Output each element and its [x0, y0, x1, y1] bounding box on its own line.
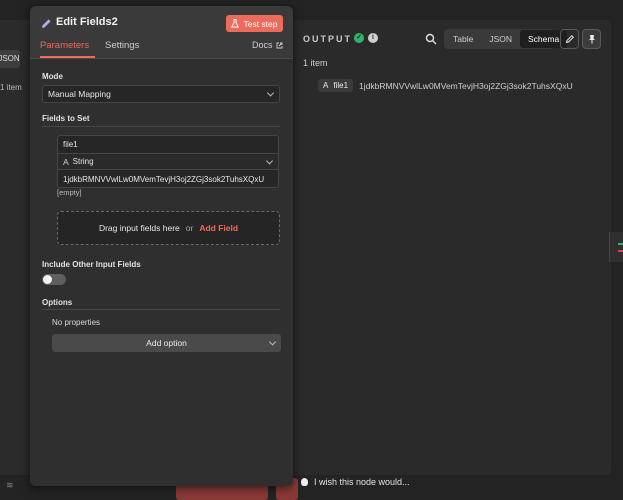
mode-select[interactable]: Manual Mapping [42, 85, 280, 103]
node-settings-panel: Edit Fields2 Test step Parameters Settin… [30, 6, 293, 486]
schema-key: file1 [333, 81, 349, 90]
drop-zone-text: Drag input fields here [98, 223, 180, 233]
section-divider [42, 309, 280, 310]
string-type-icon: A [63, 156, 69, 167]
parameters-body: Mode Manual Mapping Fields to Set file1 … [30, 59, 293, 486]
chevron-down-icon [268, 338, 277, 346]
view-tab-table[interactable]: Table [445, 30, 481, 48]
docs-link[interactable]: Docs [252, 40, 283, 50]
output-title: OUTPUT [303, 34, 352, 44]
tab-parameters[interactable]: Parameters [40, 40, 89, 51]
output-item-count: 1 item [303, 58, 328, 68]
pencil-icon [565, 34, 574, 44]
field-value-input[interactable]: 1jdkbRMNVVwlLw0MVemTevjH3oj2ZGj3sok2Tuhs… [58, 170, 278, 188]
pin-output-button[interactable] [582, 29, 601, 49]
feedback-link[interactable]: I wish this node would... [301, 477, 410, 487]
field-name-input[interactable]: file1 [58, 136, 278, 153]
no-properties-text: No properties [52, 318, 101, 327]
canvas-edge-handle[interactable] [609, 232, 623, 262]
drop-zone-or: or [185, 223, 194, 233]
feedback-text: I wish this node would... [314, 477, 410, 487]
pencil-icon [42, 19, 51, 28]
input-item-count: 1 item [0, 83, 22, 92]
view-tab-json[interactable]: JSON [481, 30, 520, 48]
add-field-link[interactable]: Add Field [199, 223, 238, 233]
schema-value: 1jdkbRMNVVwlLw0MVemTevjH3oj2ZGj3sok2Tuhs… [359, 80, 573, 91]
success-check-icon: ✓ [354, 33, 364, 43]
field-drop-zone[interactable]: Drag input fields here or Add Field [57, 211, 280, 245]
node-title[interactable]: Edit Fields2 [56, 16, 118, 28]
search-icon[interactable] [425, 33, 437, 45]
error-connector-line [618, 250, 623, 252]
info-icon[interactable]: i [368, 33, 378, 43]
chevron-down-icon [265, 156, 274, 165]
schema-row: A file1 1jdkbRMNVVwlLw0MVemTevjH3oj2ZGj3… [318, 79, 573, 92]
input-json-tab[interactable]: JSON [0, 50, 20, 68]
field-assignment: file1 A String 1jdkbRMNVVwlLw0MVemTevjH3… [57, 135, 279, 188]
field-type-value: String [72, 157, 94, 166]
string-type-icon: A [323, 81, 329, 90]
docs-label: Docs [252, 40, 273, 50]
fields-to-set-label: Fields to Set [42, 114, 90, 123]
include-other-fields-toggle[interactable] [42, 274, 66, 285]
add-option-button[interactable]: Add option [52, 334, 281, 352]
flask-icon [231, 19, 240, 28]
test-step-button[interactable]: Test step [226, 15, 283, 32]
chevron-down-icon [266, 89, 275, 97]
options-label: Options [42, 298, 73, 307]
add-option-label: Add option [146, 338, 187, 348]
mode-label: Mode [42, 72, 63, 81]
signal-icon: ≋ [6, 480, 14, 490]
pin-icon [588, 35, 595, 44]
field-empty-hint: [empty] [57, 188, 82, 197]
tab-settings[interactable]: Settings [105, 40, 139, 51]
output-view-switcher: Table JSON Schema [444, 29, 568, 49]
section-divider [42, 126, 280, 127]
output-panel: OUTPUT ✓ i Table JSON Schema 1 item A fi… [293, 20, 611, 475]
bottom-action-button[interactable] [176, 484, 268, 500]
toggle-knob [43, 275, 52, 284]
schema-key-badge[interactable]: A file1 [318, 79, 354, 92]
edit-output-button[interactable] [560, 29, 579, 49]
lightbulb-icon [301, 478, 308, 486]
external-link-icon [276, 42, 282, 48]
test-step-label: Test step [243, 18, 278, 29]
mode-value: Manual Mapping [48, 89, 111, 99]
field-type-select[interactable]: A String [58, 153, 278, 170]
success-connector-line [618, 243, 623, 245]
include-other-fields-label: Include Other Input Fields [42, 260, 141, 269]
input-panel: JSON 1 item [0, 20, 32, 475]
